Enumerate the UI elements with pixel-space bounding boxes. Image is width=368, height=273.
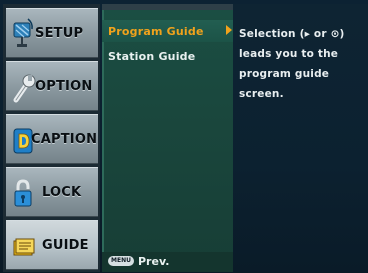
menu-list-panel [102, 10, 233, 264]
tab-guide[interactable]: GUIDE [6, 220, 98, 270]
menu-item-station-guide[interactable]: Station Guide [108, 50, 195, 63]
prev-label: Prev. [138, 255, 170, 268]
description-line-2: leads you to the [239, 48, 339, 60]
menu-key-badge: MENU [108, 256, 134, 266]
tab-lock-label: LOCK [42, 185, 82, 200]
tab-guide-label: GUIDE [42, 238, 89, 253]
menu-item-program-guide[interactable]: Program Guide [108, 25, 204, 38]
tab-option-label: OPTION [35, 79, 93, 94]
satellite-dish-icon [13, 18, 33, 47]
description-line-1: Selection (▸ or ⊙) [239, 28, 345, 40]
wrench-icon [13, 74, 36, 103]
description-line-3: program guide screen. [239, 68, 330, 100]
tab-caption-label: CAPTION [31, 132, 98, 147]
guide-book-icon [13, 238, 35, 256]
tab-option[interactable]: OPTION [6, 61, 98, 111]
tab-setup-label: SETUP [35, 26, 84, 41]
footer-bar: MENU Prev. [102, 252, 233, 272]
tab-column: SETUP OPTION CAPTION LOCK GUIDE [3, 4, 100, 272]
padlock-icon [14, 179, 32, 207]
description-text: Selection (▸ or ⊙) leads you to the prog… [239, 24, 368, 104]
description-panel: Selection (▸ or ⊙) leads you to the prog… [233, 4, 368, 272]
tab-caption[interactable]: CAPTION [6, 114, 98, 164]
tv-menu-screen: SETUP OPTION CAPTION LOCK GUIDE Program … [0, 0, 368, 273]
tab-setup[interactable]: SETUP [6, 8, 98, 58]
tab-lock[interactable]: LOCK [6, 167, 98, 217]
selection-arrow-icon [226, 25, 232, 35]
